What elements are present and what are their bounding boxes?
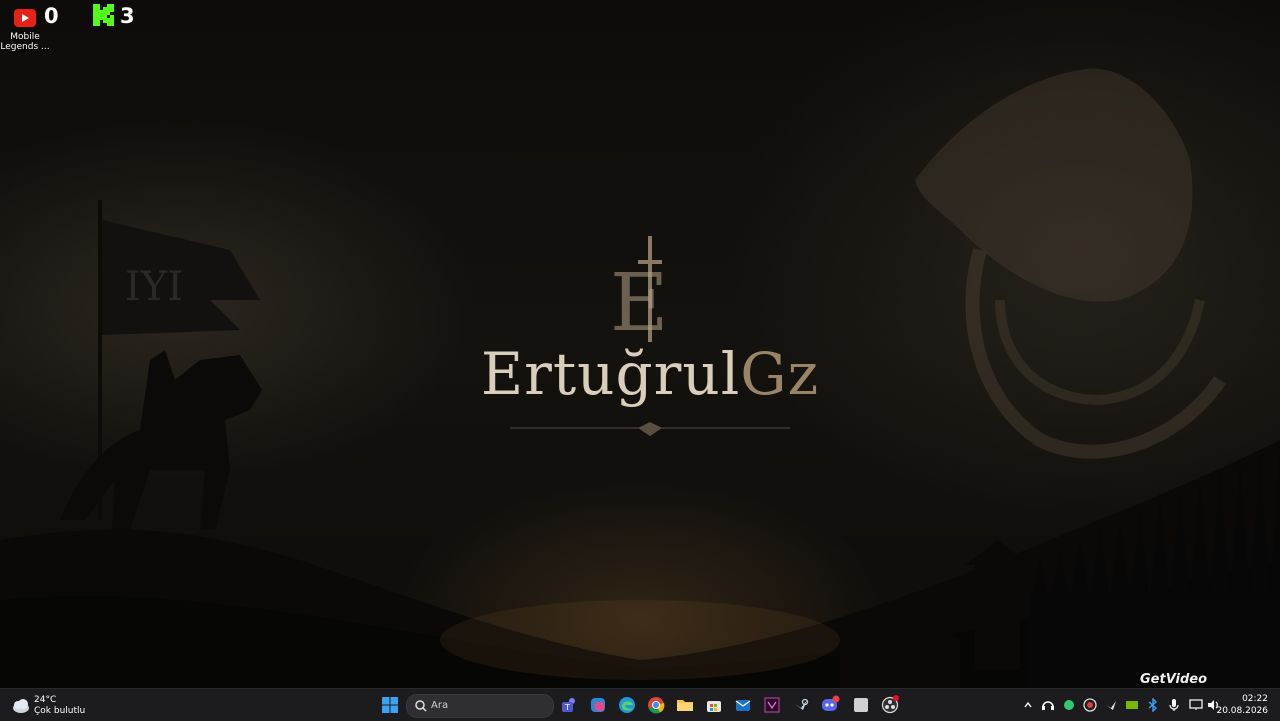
tray-steam[interactable] bbox=[1103, 697, 1119, 713]
copilot-icon bbox=[591, 698, 605, 712]
file-explorer-button[interactable] bbox=[673, 693, 697, 717]
microsoft-store-icon bbox=[707, 701, 721, 712]
clock[interactable]: 02:22 20.08.2026 bbox=[1216, 693, 1268, 717]
bluetooth-icon bbox=[1148, 698, 1158, 712]
tray-app-1[interactable] bbox=[1040, 697, 1056, 713]
clock-date: 20.08.2026 bbox=[1216, 706, 1268, 716]
green-dot-icon bbox=[1064, 700, 1074, 710]
start-button[interactable] bbox=[378, 693, 402, 717]
youtube-counter: 0 bbox=[44, 4, 59, 28]
visual-studio-button[interactable] bbox=[760, 693, 784, 717]
nvidia-icon bbox=[1126, 701, 1138, 709]
discord-button[interactable] bbox=[818, 693, 842, 717]
obs-button[interactable] bbox=[878, 693, 902, 717]
youtube-icon bbox=[14, 9, 36, 27]
obs-icon bbox=[881, 695, 899, 714]
copilot-button[interactable] bbox=[586, 693, 610, 717]
cloud-icon bbox=[13, 699, 29, 713]
edge-icon bbox=[619, 697, 635, 713]
desktop-icon-label: Mobile Legends ... bbox=[0, 32, 50, 52]
tray-nvidia[interactable] bbox=[1124, 697, 1140, 713]
search-placeholder: Ara bbox=[431, 700, 449, 711]
svg-text:T: T bbox=[564, 703, 570, 712]
ornament-divider bbox=[510, 422, 790, 436]
steam-icon bbox=[795, 698, 809, 710]
weather-temp: 24°C bbox=[34, 695, 57, 705]
tray-app-3[interactable] bbox=[1082, 697, 1098, 713]
steam-button[interactable] bbox=[789, 693, 813, 717]
clock-time: 02:22 bbox=[1242, 694, 1268, 704]
show-hidden-icons-button[interactable] bbox=[1020, 697, 1036, 713]
search-icon bbox=[415, 700, 427, 712]
edge-button[interactable] bbox=[615, 693, 639, 717]
taskbar: 24°C Çok bulutlu Ara T 02:22 20.08.2026 bbox=[0, 688, 1280, 721]
monitor-network-icon bbox=[1189, 699, 1203, 710]
windows-start-icon bbox=[382, 697, 398, 713]
app-icon bbox=[854, 698, 868, 712]
file-explorer-icon bbox=[677, 700, 693, 711]
search-box[interactable]: Ara bbox=[406, 694, 554, 718]
microsoft-store-button[interactable] bbox=[702, 693, 726, 717]
tray-bluetooth[interactable] bbox=[1145, 697, 1161, 713]
tray-app-2[interactable] bbox=[1061, 697, 1077, 713]
teams-button[interactable]: T bbox=[557, 693, 581, 717]
desktop: IYI E ErtuğrulGz Mobile Legends ... 0 3 bbox=[0, 0, 1280, 688]
app-button[interactable] bbox=[849, 693, 873, 717]
visual-studio-icon bbox=[764, 697, 780, 713]
teams-icon: T bbox=[562, 698, 575, 712]
kick-icon bbox=[93, 4, 114, 26]
chrome-icon bbox=[648, 697, 665, 714]
weather-condition: Çok bulutlu bbox=[34, 706, 86, 716]
tray-microphone[interactable] bbox=[1166, 697, 1182, 713]
chrome-button[interactable] bbox=[644, 693, 668, 717]
steam-icon bbox=[1106, 701, 1116, 710]
sword-emblem-icon: E bbox=[610, 236, 668, 356]
svg-text:E: E bbox=[610, 256, 668, 342]
mail-icon bbox=[735, 700, 751, 711]
chevron-up-icon bbox=[1024, 701, 1032, 708]
kick-counter: 3 bbox=[120, 4, 135, 28]
red-circle-icon bbox=[1083, 698, 1097, 712]
svg-text:IYI: IYI bbox=[125, 264, 183, 310]
discord-icon bbox=[822, 695, 840, 711]
watermark: GetVideo bbox=[1140, 672, 1208, 687]
microphone-icon bbox=[1169, 699, 1179, 711]
wallpaper-logo-text: ErtuğrulGz bbox=[480, 340, 820, 408]
headset-icon bbox=[1042, 701, 1054, 710]
tray-network[interactable] bbox=[1188, 697, 1204, 713]
mail-button[interactable] bbox=[731, 693, 755, 717]
wallpaper-logo: E ErtuğrulGz bbox=[470, 232, 830, 452]
